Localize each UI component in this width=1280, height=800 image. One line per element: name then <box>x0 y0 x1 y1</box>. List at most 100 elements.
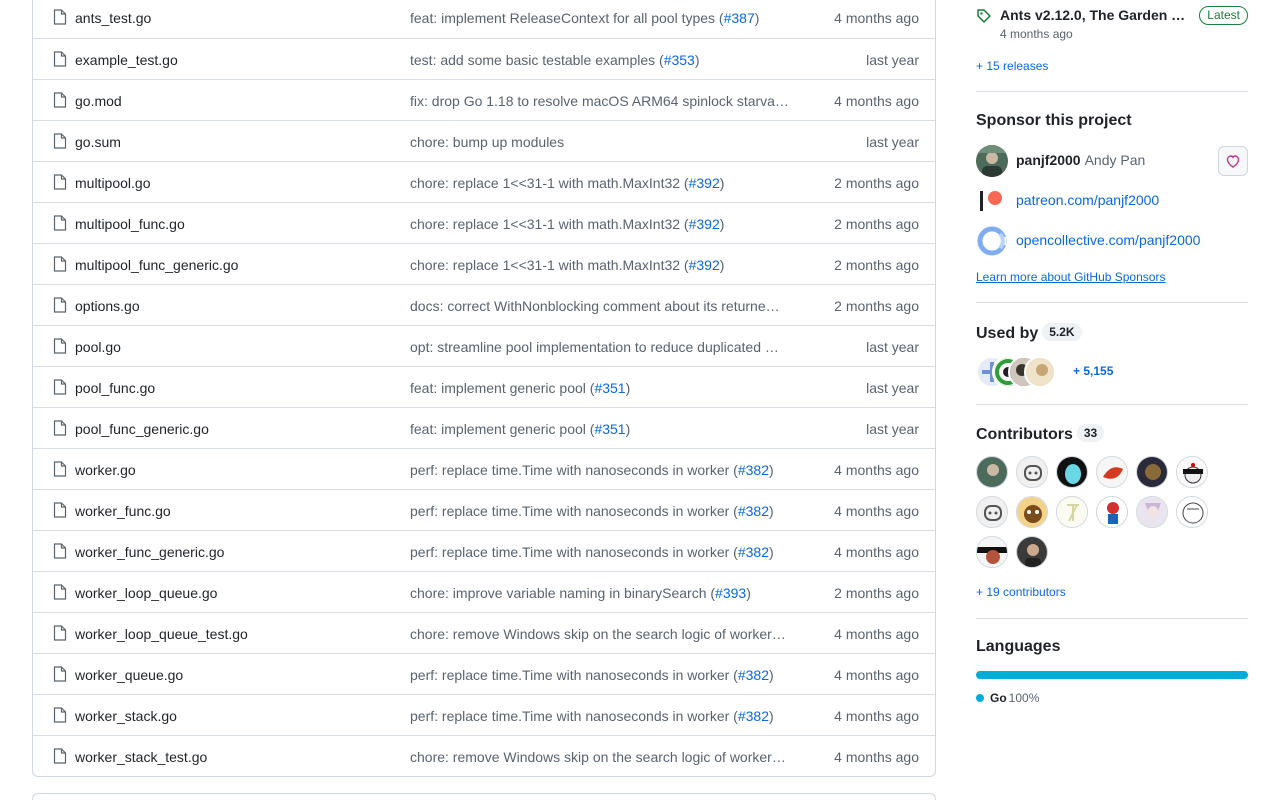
file-name-link[interactable]: ants_test.go <box>75 9 151 27</box>
commit-message-text[interactable]: chore: remove Windows skip on the search… <box>410 749 786 765</box>
file-row[interactable]: pool_func.go feat: implement generic pool… <box>33 366 935 407</box>
commit-message[interactable]: feat: implement generic pool (#351) <box>410 420 800 438</box>
file-row[interactable]: go.mod fix: drop Go 1.18 to resolve macOS… <box>33 79 935 120</box>
file-row[interactable]: worker.go perf: replace time.Time with na… <box>33 448 935 489</box>
commit-message[interactable]: perf: replace time.Time with nanoseconds… <box>410 502 800 520</box>
commit-message[interactable]: feat: implement generic pool (#351) <box>410 379 800 397</box>
commit-message[interactable]: chore: replace 1<<31-1 with math.MaxInt3… <box>410 256 800 274</box>
pr-link[interactable]: #387 <box>724 10 755 26</box>
sponsor-login[interactable]: panjf2000 <box>1016 152 1081 168</box>
commit-message-text[interactable]: chore: bump up modules <box>410 134 564 150</box>
file-name-link[interactable]: multipool_func_generic.go <box>75 256 238 274</box>
avatar[interactable] <box>976 145 1008 177</box>
pr-link[interactable]: #392 <box>689 175 720 191</box>
pr-link[interactable]: #392 <box>689 257 720 273</box>
file-row[interactable]: worker_func_generic.go perf: replace time… <box>33 530 935 571</box>
pr-link[interactable]: #382 <box>738 708 769 724</box>
commit-message[interactable]: docs: correct WithNonblocking comment ab… <box>410 297 800 315</box>
avatar[interactable] <box>1136 496 1168 528</box>
file-row[interactable]: multipool_func.go chore: replace 1<<31-1 … <box>33 202 935 243</box>
used-by-heading[interactable]: Used by 5.2K <box>976 323 1082 343</box>
language-name[interactable]: Go <box>990 691 1007 705</box>
file-row[interactable]: multipool_func_generic.go chore: replace … <box>33 243 935 284</box>
contributors-label[interactable]: Contributors <box>976 426 1073 443</box>
commit-message-text[interactable]: feat: implement generic pool ( <box>410 380 594 396</box>
avatar[interactable] <box>1136 456 1168 488</box>
commit-message-text[interactable]: test: add some basic testable examples ( <box>410 52 664 68</box>
file-name-link[interactable]: worker_func_generic.go <box>75 543 224 561</box>
pr-link[interactable]: #351 <box>594 380 625 396</box>
commit-message[interactable]: perf: replace time.Time with nanoseconds… <box>410 707 800 725</box>
file-name-link[interactable]: go.mod <box>75 92 122 110</box>
file-row[interactable]: worker_loop_queue_test.go chore: remove W… <box>33 612 935 653</box>
opencollective-link[interactable]: opencollective.com/panjf2000 <box>1016 232 1200 248</box>
sponsor-patreon[interactable]: patreon.com/panjf2000 <box>976 185 1248 217</box>
commit-message-text[interactable]: chore: remove Windows skip on the search… <box>410 626 786 642</box>
avatar[interactable] <box>1016 456 1048 488</box>
file-row[interactable]: worker_stack_test.go chore: remove Window… <box>33 735 935 776</box>
file-row[interactable]: pool.go opt: streamline pool implementati… <box>33 325 935 366</box>
commit-message-text[interactable]: perf: replace time.Time with nanoseconds… <box>410 708 738 724</box>
pr-link[interactable]: #393 <box>715 585 746 601</box>
commit-message-text[interactable]: perf: replace time.Time with nanoseconds… <box>410 462 738 478</box>
used-by-label[interactable]: Used by <box>976 325 1038 342</box>
file-name-link[interactable]: pool_func_generic.go <box>75 420 209 438</box>
file-name-link[interactable]: pool.go <box>75 338 121 356</box>
commit-message[interactable]: chore: bump up modules <box>410 133 800 151</box>
file-row[interactable]: worker_loop_queue.go chore: improve varia… <box>33 571 935 612</box>
file-name-link[interactable]: multipool_func.go <box>75 215 185 233</box>
file-name-link[interactable]: worker.go <box>75 461 136 479</box>
commit-message[interactable]: perf: replace time.Time with nanoseconds… <box>410 461 800 479</box>
avatar[interactable] <box>1016 496 1048 528</box>
pr-link[interactable]: #382 <box>738 503 769 519</box>
pr-link[interactable]: #382 <box>738 462 769 478</box>
commit-message[interactable]: chore: replace 1<<31-1 with math.MaxInt3… <box>410 215 800 233</box>
file-name-link[interactable]: pool_func.go <box>75 379 155 397</box>
avatar[interactable] <box>1176 456 1208 488</box>
file-row[interactable]: worker_stack.go perf: replace time.Time w… <box>33 694 935 735</box>
contributors-heading[interactable]: Contributors 33 <box>976 424 1105 444</box>
file-row[interactable]: go.sum chore: bump up modules last year <box>33 120 935 161</box>
commit-message-text[interactable]: chore: replace 1<<31-1 with math.MaxInt3… <box>410 175 689 191</box>
commit-message[interactable]: test: add some basic testable examples (… <box>410 51 800 69</box>
file-row[interactable]: example_test.go test: add some basic test… <box>33 38 935 79</box>
avatar[interactable] <box>1096 456 1128 488</box>
file-name-link[interactable]: worker_queue.go <box>75 666 183 684</box>
avatar[interactable] <box>976 496 1008 528</box>
avatar[interactable] <box>1096 496 1128 528</box>
sponsor-opencollective[interactable]: opencollective.com/panjf2000 <box>976 225 1248 257</box>
file-row[interactable]: pool_func_generic.go feat: implement gene… <box>33 407 935 448</box>
commit-message-text[interactable]: perf: replace time.Time with nanoseconds… <box>410 667 738 683</box>
avatar[interactable] <box>1056 456 1088 488</box>
file-name-link[interactable]: go.sum <box>75 133 121 151</box>
commit-message-text[interactable]: chore: replace 1<<31-1 with math.MaxInt3… <box>410 257 689 273</box>
avatar[interactable] <box>976 456 1008 488</box>
pr-link[interactable]: #382 <box>738 544 769 560</box>
file-name-link[interactable]: worker_loop_queue.go <box>75 584 217 602</box>
commit-message[interactable]: chore: improve variable naming in binary… <box>410 584 800 602</box>
file-name-link[interactable]: worker_loop_queue_test.go <box>75 625 248 643</box>
commit-message-text[interactable]: opt: streamline pool implementation to r… <box>410 339 779 355</box>
commit-message-text[interactable]: docs: correct WithNonblocking comment ab… <box>410 298 780 314</box>
file-row[interactable]: ants_test.go feat: implement ReleaseConte… <box>33 0 935 38</box>
file-name-link[interactable]: worker_stack.go <box>75 707 177 725</box>
commit-message[interactable]: fix: drop Go 1.18 to resolve macOS ARM64… <box>410 92 800 110</box>
pr-link[interactable]: #392 <box>689 216 720 232</box>
more-contributors-link[interactable]: + 19 contributors <box>976 585 1066 599</box>
avatar[interactable] <box>1176 496 1208 528</box>
file-row[interactable]: worker_queue.go perf: replace time.Time w… <box>33 653 935 694</box>
commit-message[interactable]: opt: streamline pool implementation to r… <box>410 338 800 356</box>
used-by-more-link[interactable]: + 5,155 <box>1073 364 1113 378</box>
learn-more-sponsors-link[interactable]: Learn more about GitHub Sponsors <box>976 270 1165 284</box>
commit-message-text[interactable]: chore: improve variable naming in binary… <box>410 585 715 601</box>
commit-message[interactable]: perf: replace time.Time with nanoseconds… <box>410 543 800 561</box>
file-name-link[interactable]: options.go <box>75 297 140 315</box>
avatar[interactable] <box>1056 496 1088 528</box>
commit-message[interactable]: perf: replace time.Time with nanoseconds… <box>410 666 800 684</box>
commit-message-text[interactable]: feat: implement generic pool ( <box>410 421 594 437</box>
file-row[interactable]: options.go docs: correct WithNonblocking … <box>33 284 935 325</box>
commit-message-text[interactable]: feat: implement ReleaseContext for all p… <box>410 10 724 26</box>
avatar[interactable] <box>1016 536 1048 568</box>
file-name-link[interactable]: worker_stack_test.go <box>75 748 207 766</box>
file-row[interactable]: worker_func.go perf: replace time.Time wi… <box>33 489 935 530</box>
